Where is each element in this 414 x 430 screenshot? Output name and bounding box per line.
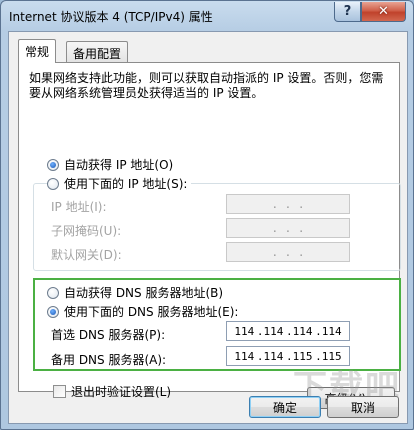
auto-ip-radio[interactable] <box>47 158 59 171</box>
ip-address-field[interactable]: . . . <box>226 194 350 214</box>
description-text: 如果网络支持此功能，则可以获取自动指派的 IP 设置。否则，您需要从网络系统管理… <box>29 71 384 100</box>
ok-button[interactable]: 确定 <box>249 396 321 418</box>
preferred-dns-octet-2: .114 <box>256 324 284 338</box>
manual-ip-label: 使用下面的 IP 地址(S): <box>64 177 188 191</box>
auto-dns-radio[interactable] <box>47 286 59 299</box>
manual-dns-label: 使用下面的 DNS 服务器地址(E): <box>64 305 239 319</box>
preferred-dns-octet-3: .114 <box>286 324 313 338</box>
ip-address-label: IP 地址(I): <box>51 200 107 214</box>
auto-dns-label: 自动获得 DNS 服务器地址(B) <box>64 286 224 300</box>
window-title: Internet 协议版本 4 (TCP/IPv4) 属性 <box>9 10 213 24</box>
default-gateway-label: 默认网关(D): <box>51 248 122 262</box>
alternate-dns-octet-2: .114 <box>256 349 284 363</box>
dialog-client-area: 常规 备用配置 如果网络支持此功能，则可以获取自动指派的 IP 设置。否则，您需… <box>8 31 408 424</box>
validate-on-exit-label: 退出时验证设置(L) <box>71 385 172 399</box>
tab-alternate-configuration[interactable]: 备用配置 <box>66 41 129 63</box>
tab-general[interactable]: 常规 <box>18 39 57 63</box>
manual-ip-option[interactable]: 使用下面的 IP 地址(S): <box>47 175 192 192</box>
manual-dns-option[interactable]: 使用下面的 DNS 服务器地址(E): <box>47 303 238 320</box>
subnet-mask-label: 子网掩码(U): <box>51 224 122 238</box>
auto-ip-label: 自动获得 IP 地址(O) <box>64 158 174 172</box>
validate-on-exit-option[interactable]: 退出时验证设置(L) <box>53 383 171 400</box>
preferred-dns-field[interactable]: 114 .114 .114 .114 <box>226 321 350 341</box>
alternate-dns-octet-1: 114 <box>234 349 255 363</box>
preferred-dns-octet-4: .114 <box>315 324 342 338</box>
close-icon: ✕ <box>378 4 389 19</box>
manual-ip-radio[interactable] <box>47 177 59 190</box>
auto-dns-option[interactable]: 自动获得 DNS 服务器地址(B) <box>47 284 223 301</box>
default-gateway-field[interactable]: . . . <box>226 242 350 262</box>
cancel-button[interactable]: 取消 <box>327 396 399 418</box>
close-button[interactable]: ✕ <box>361 2 406 22</box>
auto-ip-option[interactable]: 自动获得 IP 地址(O) <box>47 156 173 173</box>
manual-dns-radio[interactable] <box>47 305 59 318</box>
help-button[interactable]: ? <box>334 2 361 22</box>
subnet-mask-field[interactable]: . . . <box>226 218 350 238</box>
properties-dialog: Internet 协议版本 4 (TCP/IPv4) 属性 ? ✕ 常规 备用配… <box>0 0 414 430</box>
help-icon: ? <box>343 4 352 19</box>
validate-on-exit-checkbox[interactable] <box>53 385 66 398</box>
preferred-dns-label: 首选 DNS 服务器(P): <box>51 328 166 342</box>
preferred-dns-octet-1: 114 <box>234 324 255 338</box>
alternate-dns-label: 备用 DNS 服务器(A): <box>51 353 167 367</box>
general-tab-panel: 如果网络支持此功能，则可以获取自动指派的 IP 设置。否则，您需要从网络系统管理… <box>18 62 401 409</box>
title-bar[interactable]: Internet 协议版本 4 (TCP/IPv4) 属性 ? ✕ <box>1 1 413 31</box>
